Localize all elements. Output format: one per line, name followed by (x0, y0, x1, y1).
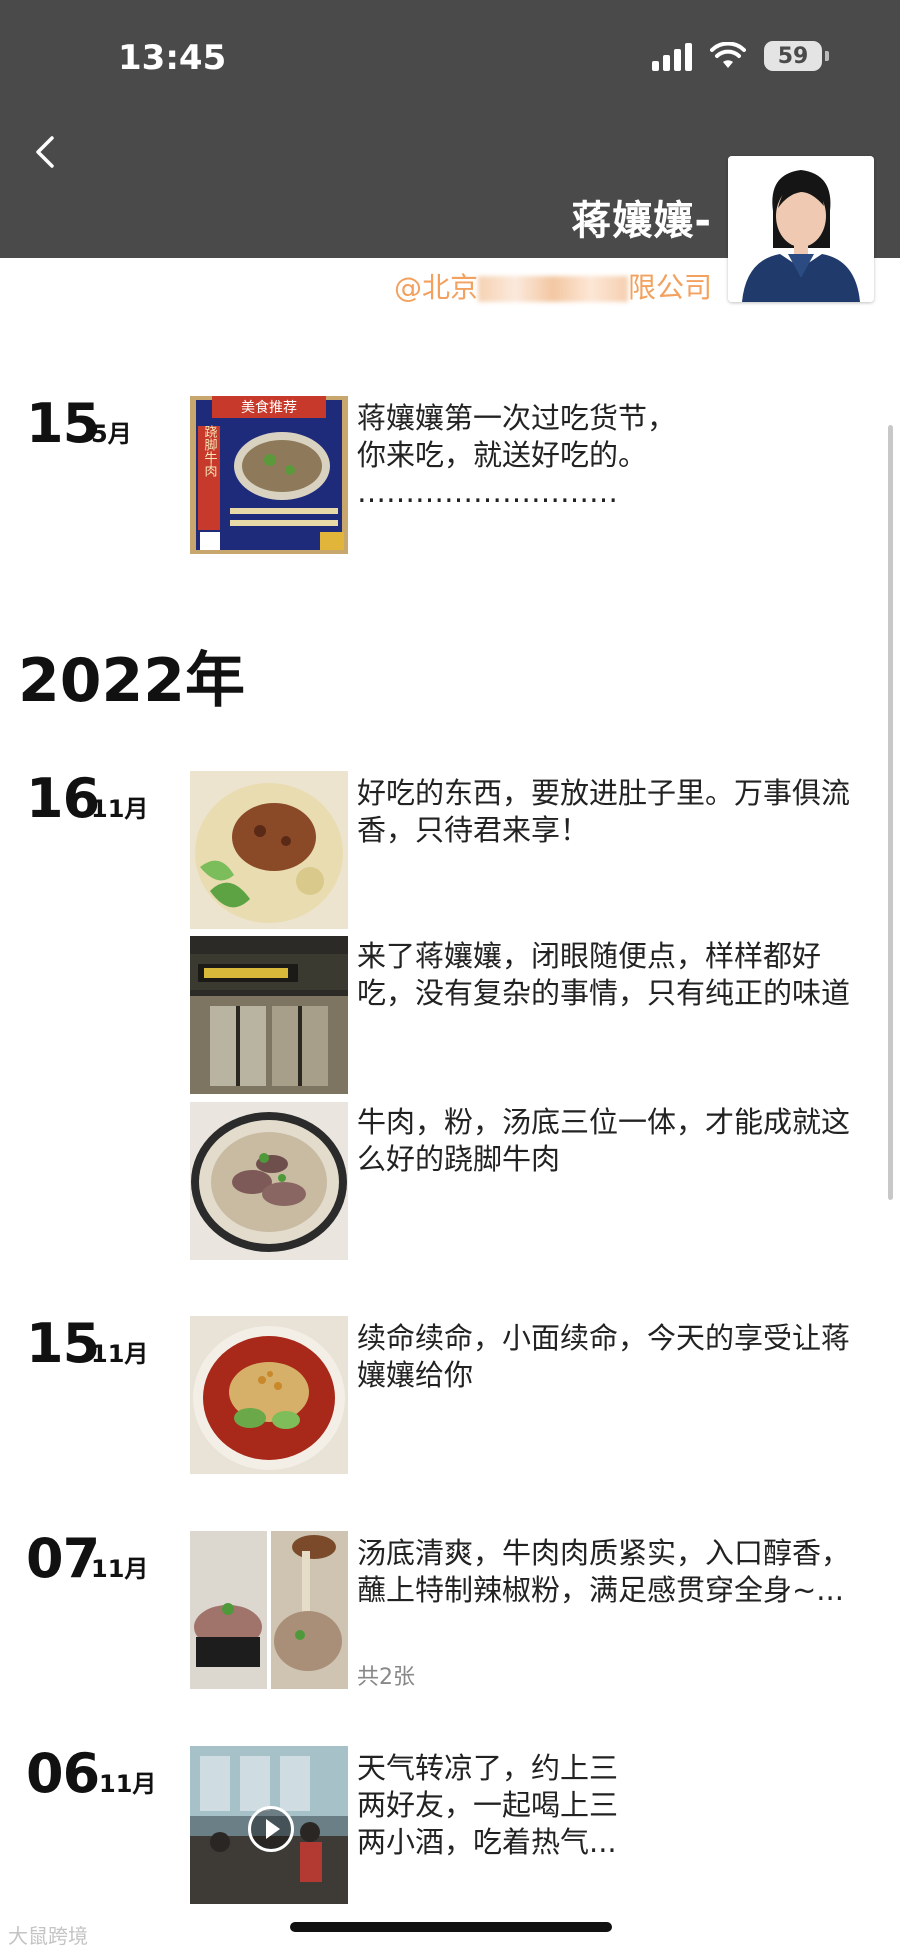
watermark: 大鼠跨境 (8, 1924, 88, 1948)
status-time: 13:45 (118, 38, 227, 78)
post-caption: 好吃的东西，要放进肚子里。万事俱流香，只待君来享！ (357, 776, 851, 847)
profile-name: 蒋孃孃- (571, 198, 712, 244)
signal-icon (652, 41, 692, 71)
noodles-image (190, 771, 348, 929)
post-caption: 来了蒋孃孃，闭眼随便点，样样都好吃，没有复杂的事情，只有纯正的味道 (357, 939, 851, 1010)
battery-level: 59 (777, 43, 809, 69)
poster-banner: 美食推荐 (241, 399, 297, 416)
blurred-company-name (477, 276, 628, 302)
beef-pair-image (190, 1531, 348, 1689)
post-day: 16 (26, 767, 100, 830)
wifi-icon (710, 42, 746, 68)
post-thumbnail-noodles[interactable] (190, 771, 348, 929)
scrollbar[interactable] (888, 425, 893, 1200)
post-thumbnail-video[interactable] (190, 1746, 348, 1904)
restaurant-image (190, 936, 348, 1094)
post-caption: 天气转凉了，约上三 两好友，一起喝上三 两小酒，吃着热气... (357, 1751, 619, 1859)
post-thumbnail-beef-pair[interactable] (190, 1531, 348, 1689)
post-thumbnail-poster[interactable]: 美食推荐 跷脚牛肉 (190, 396, 348, 554)
post-caption: 牛肉，粉，汤底三位一体，才能成就这么好的跷脚牛肉 (357, 1105, 851, 1176)
battery-icon: 59 (764, 41, 829, 71)
post-month: 11月 (91, 1340, 149, 1368)
post-day: 15 (26, 1312, 100, 1375)
post-thumbnail-beef-soup[interactable] (190, 1102, 348, 1260)
post-month: 11月 (99, 1770, 157, 1798)
year-heading: 2022年 (18, 646, 245, 716)
post-caption: 续命续命，小面续命，今天的享受让蒋孃孃给你 (357, 1321, 851, 1392)
food-poster-image: 美食推荐 跷脚牛肉 (190, 396, 348, 554)
status-icons: 59 (652, 40, 829, 72)
company-suffix: 限公司 (627, 271, 712, 304)
post-caption: 蒋孃孃第一次过吃货节， 你来吃，就送好吃的。 ……………………… (357, 401, 677, 509)
play-icon[interactable] (248, 1806, 294, 1852)
post-day: 15 (26, 392, 100, 455)
spicy-noodles-image (190, 1316, 348, 1474)
post-day: 07 (26, 1527, 100, 1590)
beef-soup-image (190, 1102, 348, 1260)
post-month: 11月 (91, 1555, 149, 1583)
avatar-portrait (728, 156, 874, 302)
avatar[interactable] (728, 156, 874, 302)
post-month: 11月 (91, 795, 149, 823)
post-caption: 汤底清爽，牛肉肉质紧实，入口醇香，蘸上特制辣椒粉，满足感贯穿全身~... (357, 1536, 851, 1607)
post-thumbnail-restaurant[interactable] (190, 936, 348, 1094)
post-month: 5月 (91, 420, 132, 448)
company-label: @北京 限公司 (394, 266, 712, 306)
back-icon[interactable] (28, 134, 64, 170)
company-prefix: @北京 (393, 271, 478, 304)
poster-side-text: 跷脚牛肉 (202, 424, 218, 477)
home-indicator[interactable] (290, 1922, 612, 1932)
image-count: 共2张 (357, 1665, 415, 1690)
post-thumbnail-spicy-noodles[interactable] (190, 1316, 348, 1474)
post-day: 06 (26, 1742, 100, 1805)
